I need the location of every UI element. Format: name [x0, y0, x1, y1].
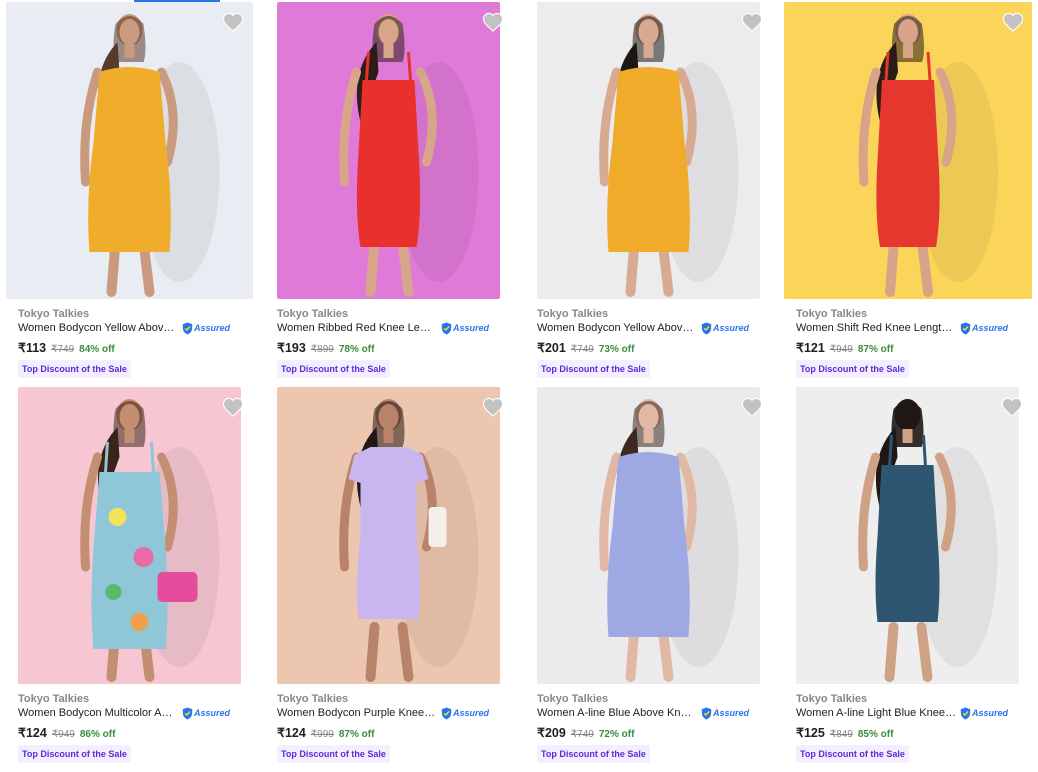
product-mrp: ₹899	[310, 344, 334, 355]
product-discount: 84% off	[79, 344, 115, 355]
product-brand: Tokyo Talkies	[18, 693, 90, 705]
wishlist-heart-icon[interactable]	[741, 397, 763, 417]
product-discount: 86% off	[79, 729, 116, 740]
product-card[interactable]: Tokyo Talkies Women A-line Blue Above Kn…	[537, 387, 796, 772]
assured-label: Assured	[453, 323, 490, 333]
product-image[interactable]	[796, 387, 1019, 684]
assured-badge: Assured	[441, 321, 489, 335]
shield-check-icon	[701, 707, 712, 720]
assured-badge: Assured	[701, 321, 749, 335]
product-mrp: ₹849	[829, 729, 853, 740]
product-brand: Tokyo Talkies	[277, 308, 349, 320]
top-discount-badge: Top Discount of the Sale	[277, 360, 390, 378]
product-image[interactable]	[537, 2, 760, 299]
top-discount-badge: Top Discount of the Sale	[277, 745, 390, 763]
product-grid: Tokyo Talkies Women Bodycon Yellow Above…	[0, 0, 1038, 768]
product-price: ₹124	[18, 726, 47, 740]
product-price: ₹201	[537, 341, 566, 355]
wishlist-heart-icon[interactable]	[1001, 397, 1023, 417]
top-discount-badge: Top Discount of the Sale	[537, 360, 650, 378]
top-discount-badge: Top Discount of the Sale	[18, 360, 131, 378]
product-brand: Tokyo Talkies	[537, 308, 609, 320]
product-brand: Tokyo Talkies	[277, 693, 349, 705]
shield-check-icon	[441, 707, 452, 720]
wishlist-heart-icon[interactable]	[222, 397, 244, 417]
product-mrp: ₹949	[829, 344, 853, 355]
product-card[interactable]: Tokyo Talkies Women Shift Red Knee Lengt…	[784, 2, 1038, 387]
top-discount-badge: Top Discount of the Sale	[796, 745, 909, 763]
product-card[interactable]: Tokyo Talkies Women A-line Light Blue Kn…	[796, 387, 1038, 772]
shield-check-icon	[182, 707, 193, 720]
assured-label: Assured	[194, 323, 231, 333]
assured-badge: Assured	[182, 706, 230, 720]
product-image[interactable]	[784, 2, 1032, 299]
product-price: ₹125	[796, 726, 825, 740]
shield-check-icon	[960, 322, 971, 335]
product-discount: 73% off	[598, 344, 635, 355]
top-discount-badge: Top Discount of the Sale	[796, 360, 909, 378]
product-discount: 78% off	[338, 344, 375, 355]
product-brand: Tokyo Talkies	[796, 693, 868, 705]
product-brand: Tokyo Talkies	[796, 308, 868, 320]
product-card[interactable]: Tokyo Talkies Women Ribbed Red Knee Leng…	[277, 2, 536, 387]
product-image[interactable]	[537, 387, 760, 684]
assured-label: Assured	[972, 323, 1009, 333]
assured-badge: Assured	[960, 321, 1008, 335]
shield-check-icon	[701, 322, 712, 335]
assured-label: Assured	[713, 708, 750, 718]
wishlist-heart-icon[interactable]	[222, 12, 244, 32]
wishlist-heart-icon[interactable]	[741, 12, 763, 32]
product-mrp: ₹749	[570, 344, 594, 355]
product-title[interactable]: Women Bodycon Purple Knee Le...	[277, 707, 437, 719]
product-card[interactable]: Tokyo Talkies Women Bodycon Yellow Above…	[6, 2, 265, 387]
product-brand: Tokyo Talkies	[18, 308, 90, 320]
product-mrp: ₹749	[51, 344, 75, 355]
wishlist-heart-icon[interactable]	[482, 12, 504, 32]
product-title[interactable]: Women Bodycon Multicolor Abo...	[18, 707, 178, 719]
product-discount: 87% off	[857, 344, 894, 355]
product-title[interactable]: Women A-line Blue Above Knee/...	[537, 707, 697, 719]
product-card[interactable]: Tokyo Talkies Women Bodycon Yellow Above…	[537, 2, 796, 387]
top-discount-badge: Top Discount of the Sale	[18, 745, 131, 763]
shield-check-icon	[182, 322, 193, 335]
product-title[interactable]: Women Bodycon Yellow Above ...	[18, 322, 178, 334]
product-price: ₹193	[277, 341, 306, 355]
product-brand: Tokyo Talkies	[537, 693, 609, 705]
product-mrp: ₹999	[310, 729, 334, 740]
top-discount-badge: Top Discount of the Sale	[537, 745, 650, 763]
product-discount: 85% off	[857, 729, 894, 740]
product-title[interactable]: Women Shift Red Knee Length D...	[796, 322, 956, 334]
product-title[interactable]: Women A-line Light Blue Knee L...	[796, 707, 956, 719]
assured-badge: Assured	[182, 321, 230, 335]
assured-badge: Assured	[960, 706, 1008, 720]
assured-badge: Assured	[441, 706, 489, 720]
product-card[interactable]: Tokyo Talkies Women Bodycon Multicolor A…	[18, 387, 277, 772]
product-price: ₹113	[18, 341, 47, 355]
wishlist-heart-icon[interactable]	[1002, 12, 1024, 32]
product-image[interactable]	[277, 2, 500, 299]
product-mrp: ₹949	[51, 729, 75, 740]
product-image[interactable]	[18, 387, 241, 684]
product-price: ₹124	[277, 726, 306, 740]
assured-label: Assured	[194, 708, 231, 718]
assured-label: Assured	[713, 323, 750, 333]
product-image[interactable]	[277, 387, 500, 684]
wishlist-heart-icon[interactable]	[482, 397, 504, 417]
product-mrp: ₹749	[570, 729, 594, 740]
assured-label: Assured	[972, 708, 1009, 718]
shield-check-icon	[960, 707, 971, 720]
product-title[interactable]: Women Ribbed Red Knee Lengt...	[277, 322, 437, 334]
product-card[interactable]: Tokyo Talkies Women Bodycon Purple Knee …	[277, 387, 536, 772]
product-discount: 87% off	[338, 729, 375, 740]
shield-check-icon	[441, 322, 452, 335]
assured-badge: Assured	[701, 706, 749, 720]
assured-label: Assured	[453, 708, 490, 718]
product-discount: 72% off	[598, 729, 635, 740]
product-price: ₹209	[537, 726, 566, 740]
product-title[interactable]: Women Bodycon Yellow Above ...	[537, 322, 697, 334]
product-image[interactable]	[6, 2, 253, 299]
product-price: ₹121	[796, 341, 825, 355]
